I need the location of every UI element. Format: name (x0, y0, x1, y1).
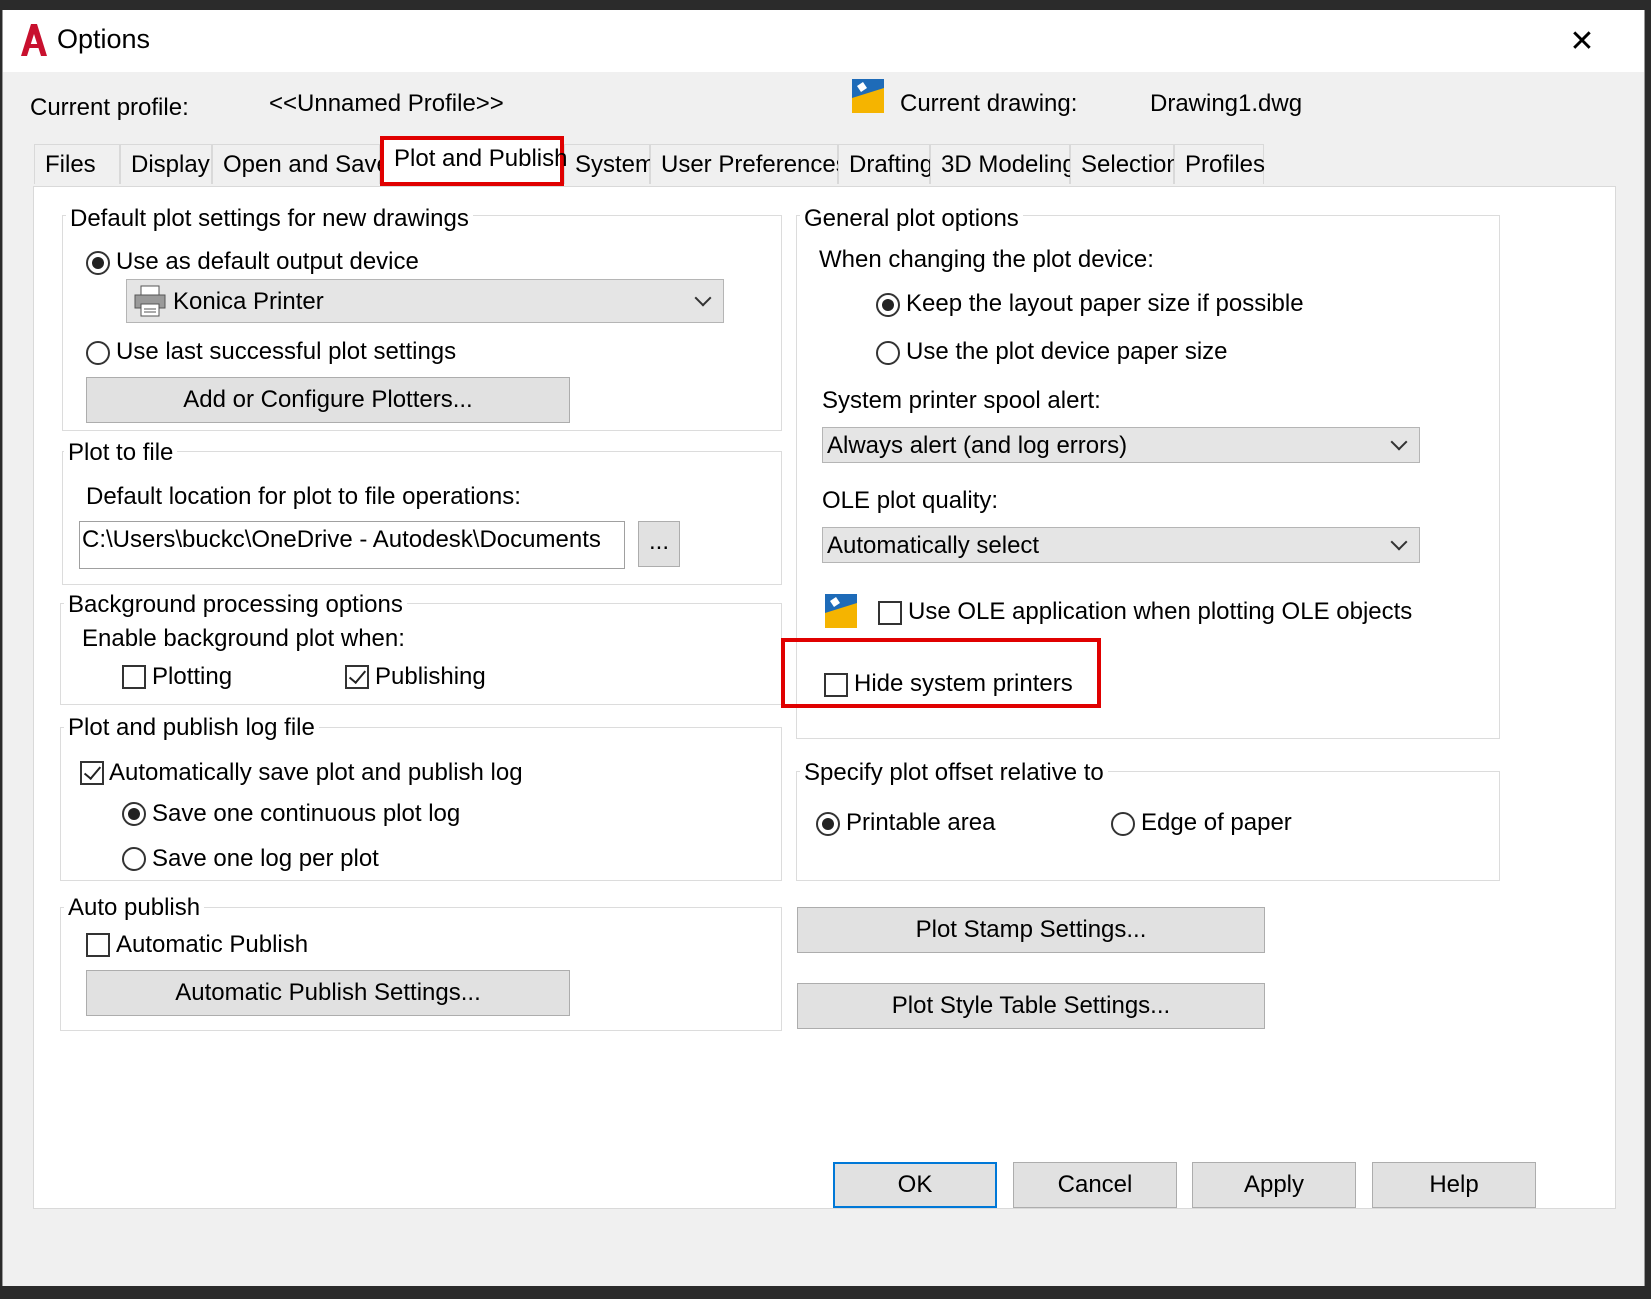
ole-quality-value: Automatically select (827, 532, 1040, 559)
auto-publish-title: Auto publish (64, 894, 205, 922)
plot-style-table-settings-button[interactable]: Plot Style Table Settings... (797, 983, 1265, 1029)
edge-of-paper-label: Edge of paper (1141, 809, 1292, 836)
continuous-log-label: Save one continuous plot log (152, 800, 461, 827)
background-processing-title: Background processing options (64, 591, 407, 619)
changing-device-label: When changing the plot device: (819, 246, 1154, 273)
use-default-device-radio[interactable] (86, 251, 110, 275)
automatic-publish-settings-button[interactable]: Automatic Publish Settings... (86, 970, 570, 1016)
ole-object-icon (824, 593, 858, 629)
tab-drafting[interactable]: Drafting (838, 144, 933, 184)
printable-area-radio[interactable] (816, 812, 840, 836)
window-title: Options (57, 24, 151, 54)
printable-area-label: Printable area (846, 809, 996, 836)
autocad-logo-icon (19, 22, 49, 58)
chevron-down-icon (694, 289, 712, 307)
use-device-size-radio[interactable] (876, 341, 900, 365)
tab-3d-modeling[interactable]: 3D Modeling (930, 144, 1076, 184)
tab-files[interactable]: Files (34, 144, 120, 184)
printer-icon (133, 284, 167, 318)
current-drawing-value: Drawing1.dwg (1150, 90, 1303, 117)
default-location-input[interactable]: C:\Users\buckc\OneDrive - Autodesk\Docum… (79, 521, 625, 569)
plot-offset-title: Specify plot offset relative to (800, 759, 1108, 787)
output-device-value: Konica Printer (173, 288, 324, 315)
use-default-device-label: Use as default output device (116, 248, 419, 275)
ole-quality-select[interactable]: Automatically select (822, 527, 1420, 563)
close-icon[interactable]: ✕ (1560, 20, 1604, 64)
log-file-title: Plot and publish log file (64, 714, 319, 742)
default-plot-settings-title: Default plot settings for new drawings (66, 205, 473, 233)
tab-profiles[interactable]: Profiles (1174, 144, 1265, 184)
plot-stamp-settings-button[interactable]: Plot Stamp Settings... (797, 907, 1265, 953)
spool-alert-label: System printer spool alert: (822, 387, 1101, 414)
tab-display[interactable]: Display (120, 144, 212, 184)
title-bar: Options ✕ (3, 10, 1644, 72)
tab-selection[interactable]: Selection (1070, 144, 1180, 184)
tab-system[interactable]: System (564, 144, 655, 184)
keep-layout-size-radio[interactable] (876, 293, 900, 317)
add-configure-plotters-button[interactable]: Add or Configure Plotters... (86, 377, 570, 423)
tab-open-and-save[interactable]: Open and Save (212, 144, 390, 184)
chevron-down-icon (1390, 533, 1408, 551)
log-per-plot-radio[interactable] (122, 847, 146, 871)
edge-of-paper-radio[interactable] (1111, 812, 1135, 836)
spool-alert-value: Always alert (and log errors) (827, 432, 1128, 459)
publishing-label: Publishing (375, 663, 486, 690)
drawing-file-icon (851, 78, 885, 114)
tab-user-preferences[interactable]: User Preferences (650, 144, 848, 184)
output-device-select[interactable]: Konica Printer (126, 279, 724, 323)
general-plot-options-title: General plot options (800, 205, 1023, 233)
apply-button[interactable]: Apply (1192, 1162, 1356, 1208)
highlight-box (781, 638, 1101, 708)
use-last-settings-radio[interactable] (86, 341, 110, 365)
use-device-size-label: Use the plot device paper size (906, 338, 1228, 365)
current-profile-value: <<Unnamed Profile>> (269, 90, 504, 117)
current-drawing-label: Current drawing: (900, 90, 1078, 117)
plot-to-file-title: Plot to file (64, 439, 178, 467)
browse-location-button[interactable]: ... (638, 521, 680, 567)
auto-save-log-label: Automatically save plot and publish log (109, 759, 523, 786)
automatic-publish-label: Automatic Publish (116, 931, 309, 958)
current-profile-label: Current profile: (30, 94, 189, 121)
help-button[interactable]: Help (1372, 1162, 1536, 1208)
enable-background-label: Enable background plot when: (82, 625, 405, 652)
publishing-checkbox[interactable] (345, 665, 369, 689)
keep-layout-size-label: Keep the layout paper size if possible (906, 290, 1304, 317)
use-ole-app-label: Use OLE application when plotting OLE ob… (908, 598, 1413, 625)
ole-quality-label: OLE plot quality: (822, 487, 999, 514)
options-dialog: Options ✕ Current profile: <<Unnamed Pro… (2, 10, 1645, 1286)
spool-alert-select[interactable]: Always alert (and log errors) (822, 427, 1420, 463)
cancel-button[interactable]: Cancel (1013, 1162, 1177, 1208)
log-per-plot-label: Save one log per plot (152, 845, 379, 872)
tab-plot-and-publish[interactable]: Plot and Publish (380, 136, 567, 186)
ok-button[interactable]: OK (833, 1162, 997, 1208)
auto-save-log-checkbox[interactable] (80, 761, 104, 785)
use-last-settings-label: Use last successful plot settings (116, 338, 457, 365)
plotting-label: Plotting (152, 663, 233, 690)
continuous-log-radio[interactable] (122, 802, 146, 826)
use-ole-app-checkbox[interactable] (878, 601, 902, 625)
chevron-down-icon (1390, 433, 1408, 451)
automatic-publish-checkbox[interactable] (86, 933, 110, 957)
default-location-label: Default location for plot to file operat… (86, 483, 521, 510)
plotting-checkbox[interactable] (122, 665, 146, 689)
